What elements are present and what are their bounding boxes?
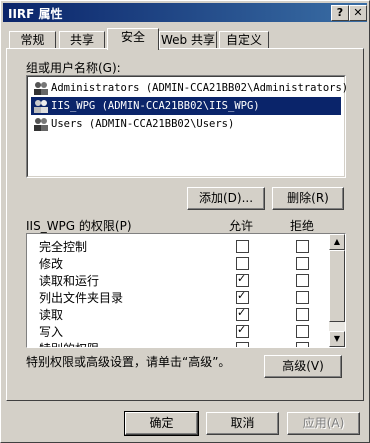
permissions-scrollbar[interactable]: ▲ ▼ [329, 234, 345, 347]
deny-checkbox[interactable] [296, 308, 309, 321]
deny-checkbox[interactable] [296, 342, 309, 347]
allow-checkbox[interactable] [236, 306, 249, 321]
user-item-label: Users (ADMIN-CCA21BB02\Users) [51, 118, 235, 130]
permission-label: 特别的权限 [39, 340, 99, 347]
deny-header: 拒绝 [290, 219, 315, 233]
tab-security[interactable]: 安全 [107, 28, 159, 50]
user-item-iis-wpg[interactable]: IIS_WPG (ADMIN-CCA21BB02\IIS_WPG) [31, 97, 341, 115]
allow-checkbox[interactable] [236, 289, 249, 304]
help-button[interactable]: ? [331, 5, 349, 21]
title-bar[interactable]: IIRF 属性 ? ✕ [3, 3, 367, 22]
properties-window: IIRF 属性 ? ✕ 常规 共享 安全 Web 共享 自定义 组或用户名称(G… [0, 0, 370, 443]
allow-checkbox[interactable] [236, 257, 249, 270]
user-item-users[interactable]: Users (ADMIN-CCA21BB02\Users) [31, 115, 341, 133]
allow-checkbox[interactable] [236, 323, 249, 338]
deny-checkbox[interactable] [296, 325, 309, 338]
deny-checkbox[interactable] [296, 257, 309, 270]
apply-button[interactable]: 应用(A) [287, 412, 360, 435]
allow-checkbox[interactable] [236, 272, 249, 287]
close-button[interactable]: ✕ [349, 5, 367, 21]
user-item-administrators[interactable]: Administrators (ADMIN-CCA21BB02\Administ… [31, 79, 348, 97]
deny-checkbox[interactable] [296, 240, 309, 253]
tab-web-sharing[interactable]: Web 共享 [159, 31, 217, 49]
permissions-header: IIS_WPG 的权限(P) [26, 219, 132, 233]
deny-checkbox[interactable] [296, 291, 309, 304]
permission-label: 写入 [39, 325, 64, 339]
groups-label: 组或用户名称(G): [26, 61, 121, 75]
group-icon [34, 82, 48, 95]
permission-label: 完全控制 [39, 240, 88, 254]
cancel-button[interactable]: 取消 [206, 412, 279, 435]
permission-label: 修改 [39, 257, 64, 271]
users-list[interactable]: Administrators (ADMIN-CCA21BB02\Administ… [26, 75, 348, 178]
permission-label: 读取和运行 [39, 274, 100, 288]
deny-checkbox[interactable] [296, 274, 309, 287]
group-icon [34, 100, 48, 113]
user-item-label: IIS_WPG (ADMIN-CCA21BB02\IIS_WPG) [51, 100, 260, 112]
remove-button[interactable]: 删除(R) [272, 187, 344, 210]
group-icon [34, 118, 48, 131]
allow-header: 允许 [229, 219, 254, 233]
permission-label: 读取 [39, 308, 64, 322]
permission-label: 列出文件夹目录 [39, 291, 124, 305]
advanced-button[interactable]: 高级(V) [264, 355, 342, 378]
window-title: IIRF 属性 [8, 7, 63, 21]
scroll-down-icon[interactable]: ▼ [329, 331, 345, 347]
tab-general[interactable]: 常规 [9, 31, 56, 49]
scroll-up-icon[interactable]: ▲ [329, 234, 345, 250]
ok-button[interactable]: 确定 [124, 411, 199, 436]
advanced-note: 特别权限或高级设置，请单击“高级”。 [26, 355, 231, 369]
tab-customize[interactable]: 自定义 [219, 31, 269, 49]
user-item-label: Administrators (ADMIN-CCA21BB02\Administ… [51, 82, 349, 94]
permissions-list: 完全控制 修改 读取和运行 列出文件夹目录 读取 写入 特别的权限 ▲ ▼ [26, 233, 346, 348]
add-button[interactable]: 添加(D)... [187, 187, 265, 210]
allow-checkbox[interactable] [236, 342, 249, 347]
tab-sharing[interactable]: 共享 [59, 31, 105, 49]
scroll-thumb[interactable] [329, 250, 345, 322]
allow-checkbox[interactable] [236, 240, 249, 253]
